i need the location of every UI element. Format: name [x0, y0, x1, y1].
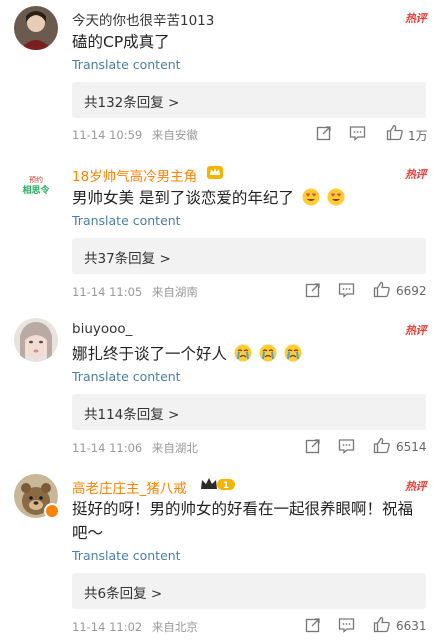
username[interactable]: 今天的你也很辛苦1013: [72, 9, 214, 29]
verified-badge: [44, 503, 60, 519]
comment-time: 11-14 11:06: [72, 441, 143, 455]
username[interactable]: biuyooo_: [72, 321, 132, 337]
like-count: 6692: [396, 284, 427, 298]
crying-emoji: [234, 344, 252, 362]
replies-button[interactable]: 共6条回复 >: [72, 573, 426, 609]
comment-icon[interactable]: [338, 282, 355, 298]
comment-meta: 11-14 11:02 来自北京: [72, 619, 198, 635]
replies-button[interactable]: 共114条回复 >: [72, 394, 426, 430]
comment-text: 男帅女美 是到了谈恋爱的年纪了: [72, 186, 426, 210]
like-count: 6631: [396, 619, 427, 633]
comment-location: 来自北京: [151, 620, 198, 634]
like-icon[interactable]: [373, 616, 391, 633]
comment-text-body: 男帅女美 是到了谈恋爱的年纪了: [72, 189, 294, 207]
comment-icon[interactable]: [338, 617, 355, 633]
share-icon[interactable]: [316, 125, 332, 141]
replies-label: 共37条回复 >: [84, 251, 171, 267]
translate-link[interactable]: Translate content: [72, 57, 181, 72]
hot-comment-badge: 热评: [405, 12, 427, 25]
username[interactable]: 高老庄庄主_猪八戒: [72, 477, 187, 497]
avatar[interactable]: 预约 相思令: [14, 162, 58, 206]
share-icon[interactable]: [305, 617, 321, 633]
translate-link[interactable]: Translate content: [72, 369, 181, 384]
hot-comment-badge: 热评: [405, 168, 427, 181]
like-icon[interactable]: [373, 281, 391, 298]
replies-label: 共6条回复 >: [84, 586, 163, 602]
comment-location: 来自安徽: [151, 128, 198, 142]
crying-emoji: [284, 344, 302, 362]
comment-icon[interactable]: [338, 438, 355, 454]
comment-text: 娜扎终于谈了一个好人: [72, 342, 426, 366]
crown-icon: 1: [201, 478, 235, 491]
comment-time: 11-14 10:59: [72, 128, 143, 142]
replies-label: 共132条回复 >: [84, 95, 180, 111]
comment-location: 来自湖南: [151, 285, 198, 299]
comment-time: 11-14 11:05: [72, 285, 143, 299]
svg-text:相思令: 相思令: [22, 184, 50, 196]
like-count: 6514: [396, 440, 427, 454]
username[interactable]: 18岁帅气高冷男主角: [72, 165, 197, 185]
svg-text:1: 1: [223, 481, 229, 491]
comment-text: 磕的CP成真了: [72, 33, 170, 51]
avatar[interactable]: [14, 6, 58, 50]
comment-time: 11-14 11:02: [72, 620, 143, 634]
share-icon[interactable]: [305, 282, 321, 298]
comment-meta: 11-14 11:05 来自湖南: [72, 284, 198, 300]
translate-link[interactable]: Translate content: [72, 213, 181, 228]
comment-meta: 11-14 11:06 来自湖北: [72, 440, 198, 456]
heart-eyes-emoji: [327, 188, 345, 206]
crown-icon: [207, 166, 223, 179]
comment-text: 挺好的呀！男的帅女的好看在一起很养眼啊！祝福吧～: [72, 500, 414, 542]
crying-emoji: [259, 344, 277, 362]
translate-link[interactable]: Translate content: [72, 548, 181, 563]
comment-text-body: 娜扎终于谈了一个好人: [72, 345, 228, 363]
like-icon[interactable]: [386, 124, 404, 141]
svg-text:预约: 预约: [29, 175, 43, 184]
like-icon[interactable]: [373, 437, 391, 454]
comment-meta: 11-14 10:59 来自安徽: [72, 127, 198, 143]
comment-icon[interactable]: [349, 125, 366, 141]
comment-location: 来自湖北: [151, 441, 198, 455]
share-icon[interactable]: [305, 438, 321, 454]
heart-eyes-emoji: [302, 188, 320, 206]
hot-comment-badge: 热评: [405, 480, 427, 493]
replies-button[interactable]: 共37条回复 >: [72, 238, 426, 274]
replies-button[interactable]: 共132条回复 >: [72, 82, 426, 118]
replies-label: 共114条回复 >: [84, 407, 180, 423]
like-count: 1万: [408, 129, 428, 143]
avatar[interactable]: [14, 318, 58, 362]
hot-comment-badge: 热评: [405, 324, 427, 337]
